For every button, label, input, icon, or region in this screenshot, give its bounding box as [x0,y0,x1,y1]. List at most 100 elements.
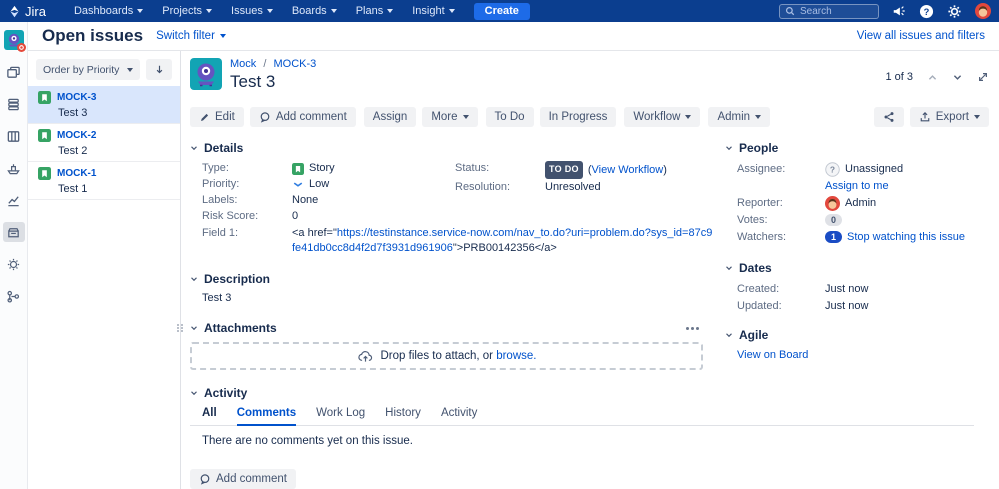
announcements-megaphone-icon[interactable] [892,4,906,18]
votes-row: Votes: 0 [737,212,987,228]
story-type-icon [292,162,304,175]
panel-resize-handle[interactable] [177,324,184,332]
nav-item-boards[interactable]: Boards [292,5,337,17]
stop-watching-link[interactable]: Stop watching this issue [847,229,965,245]
assign-to-me-link[interactable]: Assign to me [825,180,889,192]
rail-item-structure[interactable] [3,286,25,306]
reporter-avatar [825,195,840,211]
switch-filter-dropdown[interactable]: Switch filter [156,30,226,42]
nav-item-plans[interactable]: Plans [356,5,394,17]
previous-issue-chevron-up-icon[interactable] [927,72,938,83]
collapse-chevron-icon[interactable] [190,389,198,397]
nav-item-insight[interactable]: Insight [412,5,455,17]
priority-low-icon [293,181,303,187]
sort-direction-button[interactable] [146,59,172,80]
rail-item-releases[interactable] [3,158,25,178]
story-type-icon [38,167,51,180]
tab-comments[interactable]: Comments [236,407,297,426]
collapse-chevron-icon[interactable] [190,275,198,283]
chevron-down-icon [974,115,980,119]
agile-section-header: Agile [725,328,987,342]
next-issue-chevron-down-icon[interactable] [952,72,963,83]
structure-tree-icon [7,290,20,303]
in-progress-transition-button[interactable]: In Progress [539,107,617,127]
created-row: Created: Just now [737,283,869,295]
rail-item-addons[interactable] [3,254,25,274]
nav-item-issues[interactable]: Issues [231,5,273,17]
breadcrumb-project-link[interactable]: Mock [230,58,256,70]
view-all-issues-link[interactable]: View all issues and filters [857,30,985,42]
issue-list-item[interactable]: MOCK-3 Test 3 [28,86,180,124]
nav-item-projects[interactable]: Projects [162,5,213,17]
rail-item-backlog[interactable] [3,94,25,114]
chevron-down-icon [330,9,337,13]
view-on-board-link[interactable]: View on Board [737,349,808,361]
issue-list-item[interactable]: MOCK-2 Test 2 [28,124,180,162]
search-input[interactable] [800,5,870,17]
settings-gear-icon[interactable] [947,4,962,19]
chevron-down-icon [219,34,226,38]
chevron-down-icon [685,115,692,119]
nav-right-group: ? [779,3,991,19]
share-icon [884,112,894,122]
user-avatar[interactable] [975,3,991,19]
tab-work-log[interactable]: Work Log [316,407,365,425]
collapse-chevron-icon[interactable] [725,264,733,272]
order-by-dropdown[interactable]: Order by Priority [36,59,140,80]
votes-badge: 0 [825,214,842,226]
issue-list-item[interactable]: MOCK-1 Test 1 [28,162,180,200]
rail-item-pages[interactable] [3,62,25,82]
view-workflow-link[interactable]: View Workflow [592,164,664,176]
export-dropdown[interactable]: Export [909,107,989,127]
assign-button[interactable]: Assign [363,107,417,127]
collapse-chevron-icon[interactable] [725,331,733,339]
rail-item-board[interactable] [3,126,25,146]
project-avatar-small[interactable] [3,30,26,52]
workflow-dropdown[interactable]: Workflow [624,107,701,127]
admin-dropdown[interactable]: Admin [708,107,771,127]
rail-item-issues[interactable] [2,222,25,242]
expand-icon[interactable] [977,71,989,83]
field-row-resolution: Resolution: Unresolved [455,181,601,193]
breadcrumb: Mock / MOCK-3 [230,58,316,70]
issue-list-panel: Order by Priority MOCK-3 Test 3 MOCK-2 T… [28,51,184,489]
issue-summary: Test 3 [58,107,88,119]
add-comment-button-bottom[interactable]: Add comment [190,469,296,489]
create-button[interactable]: Create [473,2,530,20]
arrow-down-icon [156,65,162,74]
story-type-icon [38,91,51,104]
edit-button[interactable]: Edit [190,107,244,127]
addons-gear-icon [7,258,20,270]
assignee-row: Assignee: ? Unassigned [737,161,904,177]
jira-logo[interactable]: Jira [8,4,46,19]
filter-header: Open issues Switch filter View all issue… [28,22,999,51]
collapse-chevron-icon[interactable] [190,324,198,332]
todo-transition-button[interactable]: To Do [485,107,534,127]
export-icon [920,112,930,122]
nav-item-dashboards[interactable]: Dashboards [74,5,144,17]
chevron-down-icon [266,9,273,13]
tab-history[interactable]: History [385,407,421,425]
breadcrumb-issue-link[interactable]: MOCK-3 [273,58,316,70]
add-comment-button[interactable]: Add comment [249,107,356,127]
chevron-down-icon [448,9,455,13]
tab-all[interactable]: All [202,407,217,425]
collapse-chevron-icon[interactable] [725,144,733,152]
field-row-risk-score: Risk Score: 0 [202,210,299,222]
help-icon[interactable]: ? [919,4,934,19]
tab-activity[interactable]: Activity [441,407,477,425]
jira-logo-text: Jira [25,3,46,19]
unassigned-avatar-icon: ? [825,161,840,177]
attachment-dropzone[interactable]: Drop files to attach, or browse. [190,342,703,370]
collapse-chevron-icon[interactable] [190,144,198,152]
search-box[interactable] [779,3,879,19]
attachments-more-menu-icon[interactable] [682,325,703,332]
more-dropdown[interactable]: More [422,107,478,127]
rail-item-reports[interactable] [3,190,25,210]
issues-tray-icon [8,227,19,237]
dates-section-header: Dates [725,261,987,275]
browse-link[interactable]: browse. [496,350,536,362]
share-button[interactable] [873,107,904,127]
chevron-down-icon [755,115,762,119]
issue-detail-view: Mock / MOCK-3 Test 3 1 of 3 Edit Add com… [181,51,999,489]
